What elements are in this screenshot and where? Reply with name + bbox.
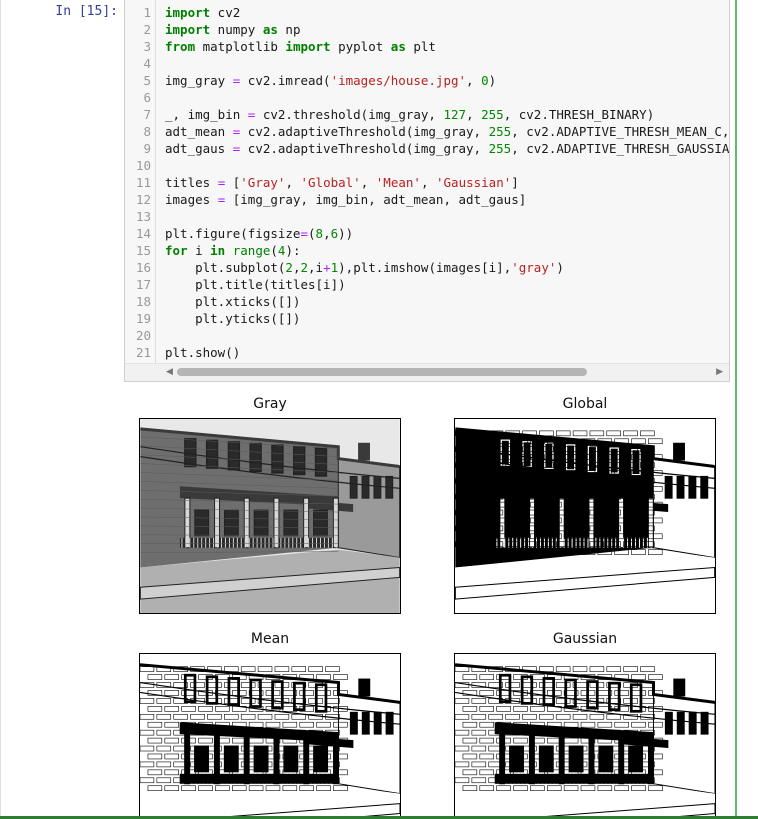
input-prompt: In [15]:: [55, 4, 118, 19]
cell-selected-indicator: [735, 0, 737, 819]
subplot-image-global: [454, 418, 716, 614]
horizontal-scrollbar[interactable]: ◀ ▶: [125, 363, 729, 381]
code-line[interactable]: 3 from matplotlib import pyplot as plt: [125, 38, 729, 55]
code-text[interactable]: _, img_bin = cv2.threshold(img_gray, 127…: [165, 106, 654, 123]
code-text[interactable]: plt.title(titles[i]): [165, 276, 346, 293]
code-text[interactable]: adt_mean = cv2.adaptiveThreshold(img_gra…: [165, 123, 729, 140]
scrollbar-thumb[interactable]: [177, 368, 587, 376]
line-number: 9: [143, 141, 151, 156]
line-number: 3: [143, 39, 151, 54]
code-text[interactable]: plt.show(): [165, 344, 240, 361]
code-text[interactable]: plt.xticks([]): [165, 293, 300, 310]
code-line[interactable]: 14 plt.figure(figsize=(8,6)): [125, 225, 729, 242]
subplot-image-gray: [139, 418, 401, 614]
code-text[interactable]: plt.yticks([]): [165, 310, 300, 327]
code-text[interactable]: from matplotlib import pyplot as plt: [165, 38, 436, 55]
subplot-title-gray: Gray: [253, 396, 287, 412]
line-number: 13: [135, 209, 151, 224]
line-number: 19: [135, 311, 151, 326]
code-text[interactable]: titles = ['Gray', 'Global', 'Mean', 'Gau…: [165, 174, 519, 191]
code-text[interactable]: for i in range(4):: [165, 242, 301, 259]
code-text[interactable]: import numpy as np: [165, 21, 300, 38]
code-text[interactable]: adt_gaus = cv2.adaptiveThreshold(img_gra…: [165, 140, 729, 157]
code-line[interactable]: 5 img_gray = cv2.imread('images/house.jpg…: [125, 72, 729, 89]
code-line[interactable]: 6: [125, 89, 729, 106]
code-line[interactable]: 10: [125, 157, 729, 174]
subplot-title-mean: Mean: [250, 631, 290, 647]
code-text[interactable]: plt.figure(figsize=(8,6)): [165, 225, 353, 242]
line-number: 10: [135, 158, 151, 173]
code-editor[interactable]: 1 import cv2 2 import numpy as np 3 from matp…: [124, 0, 730, 382]
line-number: 11: [135, 175, 151, 190]
line-number: 7: [143, 107, 151, 122]
line-number: 5: [143, 73, 151, 88]
code-line[interactable]: 21 plt.show(): [125, 344, 729, 361]
code-line[interactable]: 7 _, img_bin = cv2.threshold(img_gray, 12…: [125, 106, 729, 123]
line-number: 20: [135, 328, 151, 343]
code-line[interactable]: 12 images = [img_gray, img_bin, adt_mean,…: [125, 191, 729, 208]
cell-left-border: [0, 0, 1, 819]
scroll-right-icon[interactable]: ▶: [716, 367, 723, 377]
code-line[interactable]: 17 plt.title(titles[i]): [125, 276, 729, 293]
code-line[interactable]: 20: [125, 327, 729, 344]
code-text[interactable]: img_gray = cv2.imread('images/house.jpg'…: [165, 72, 496, 89]
subplot-image-mean: [139, 653, 401, 819]
code-text[interactable]: import cv2: [165, 4, 240, 21]
scroll-left-icon[interactable]: ◀: [166, 367, 173, 377]
subplot-title-global: Global: [562, 396, 608, 412]
code-line[interactable]: 11 titles = ['Gray', 'Global', 'Mean', 'G…: [125, 174, 729, 191]
line-number: 1: [143, 5, 151, 20]
subplot-image-gaussian: [454, 653, 716, 819]
line-number: 2: [143, 22, 151, 37]
code-line[interactable]: 2 import numpy as np: [125, 21, 729, 38]
line-number: 6: [143, 90, 151, 105]
code-line[interactable]: 1 import cv2: [125, 4, 729, 21]
line-number: 14: [135, 226, 151, 241]
code-line[interactable]: 19 plt.yticks([]): [125, 310, 729, 327]
code-lines[interactable]: 1 import cv2 2 import numpy as np 3 from matp…: [125, 4, 729, 361]
line-number: 18: [135, 294, 151, 309]
code-line[interactable]: 4: [125, 55, 729, 72]
code-line[interactable]: 16 plt.subplot(2,2,i+1),plt.imshow(image…: [125, 259, 729, 276]
line-number: 15: [135, 243, 151, 258]
line-number: 8: [143, 124, 151, 139]
code-line[interactable]: 8 adt_mean = cv2.adaptiveThreshold(img_gr…: [125, 123, 729, 140]
code-text[interactable]: images = [img_gray, img_bin, adt_mean, a…: [165, 191, 526, 208]
line-number: 17: [135, 277, 151, 292]
line-number: 4: [143, 56, 151, 71]
code-line[interactable]: 15 for i in range(4):: [125, 242, 729, 259]
line-number: 21: [135, 345, 151, 360]
line-number: 12: [135, 192, 151, 207]
code-text[interactable]: plt.subplot(2,2,i+1),plt.imshow(images[i…: [165, 259, 564, 276]
subplot-title-gaussian: Gaussian: [552, 631, 618, 647]
code-line[interactable]: 18 plt.xticks([]): [125, 293, 729, 310]
code-line[interactable]: 9 adt_gaus = cv2.adaptiveThreshold(img_gr…: [125, 140, 729, 157]
code-line[interactable]: 13: [125, 208, 729, 225]
line-number: 16: [135, 260, 151, 275]
